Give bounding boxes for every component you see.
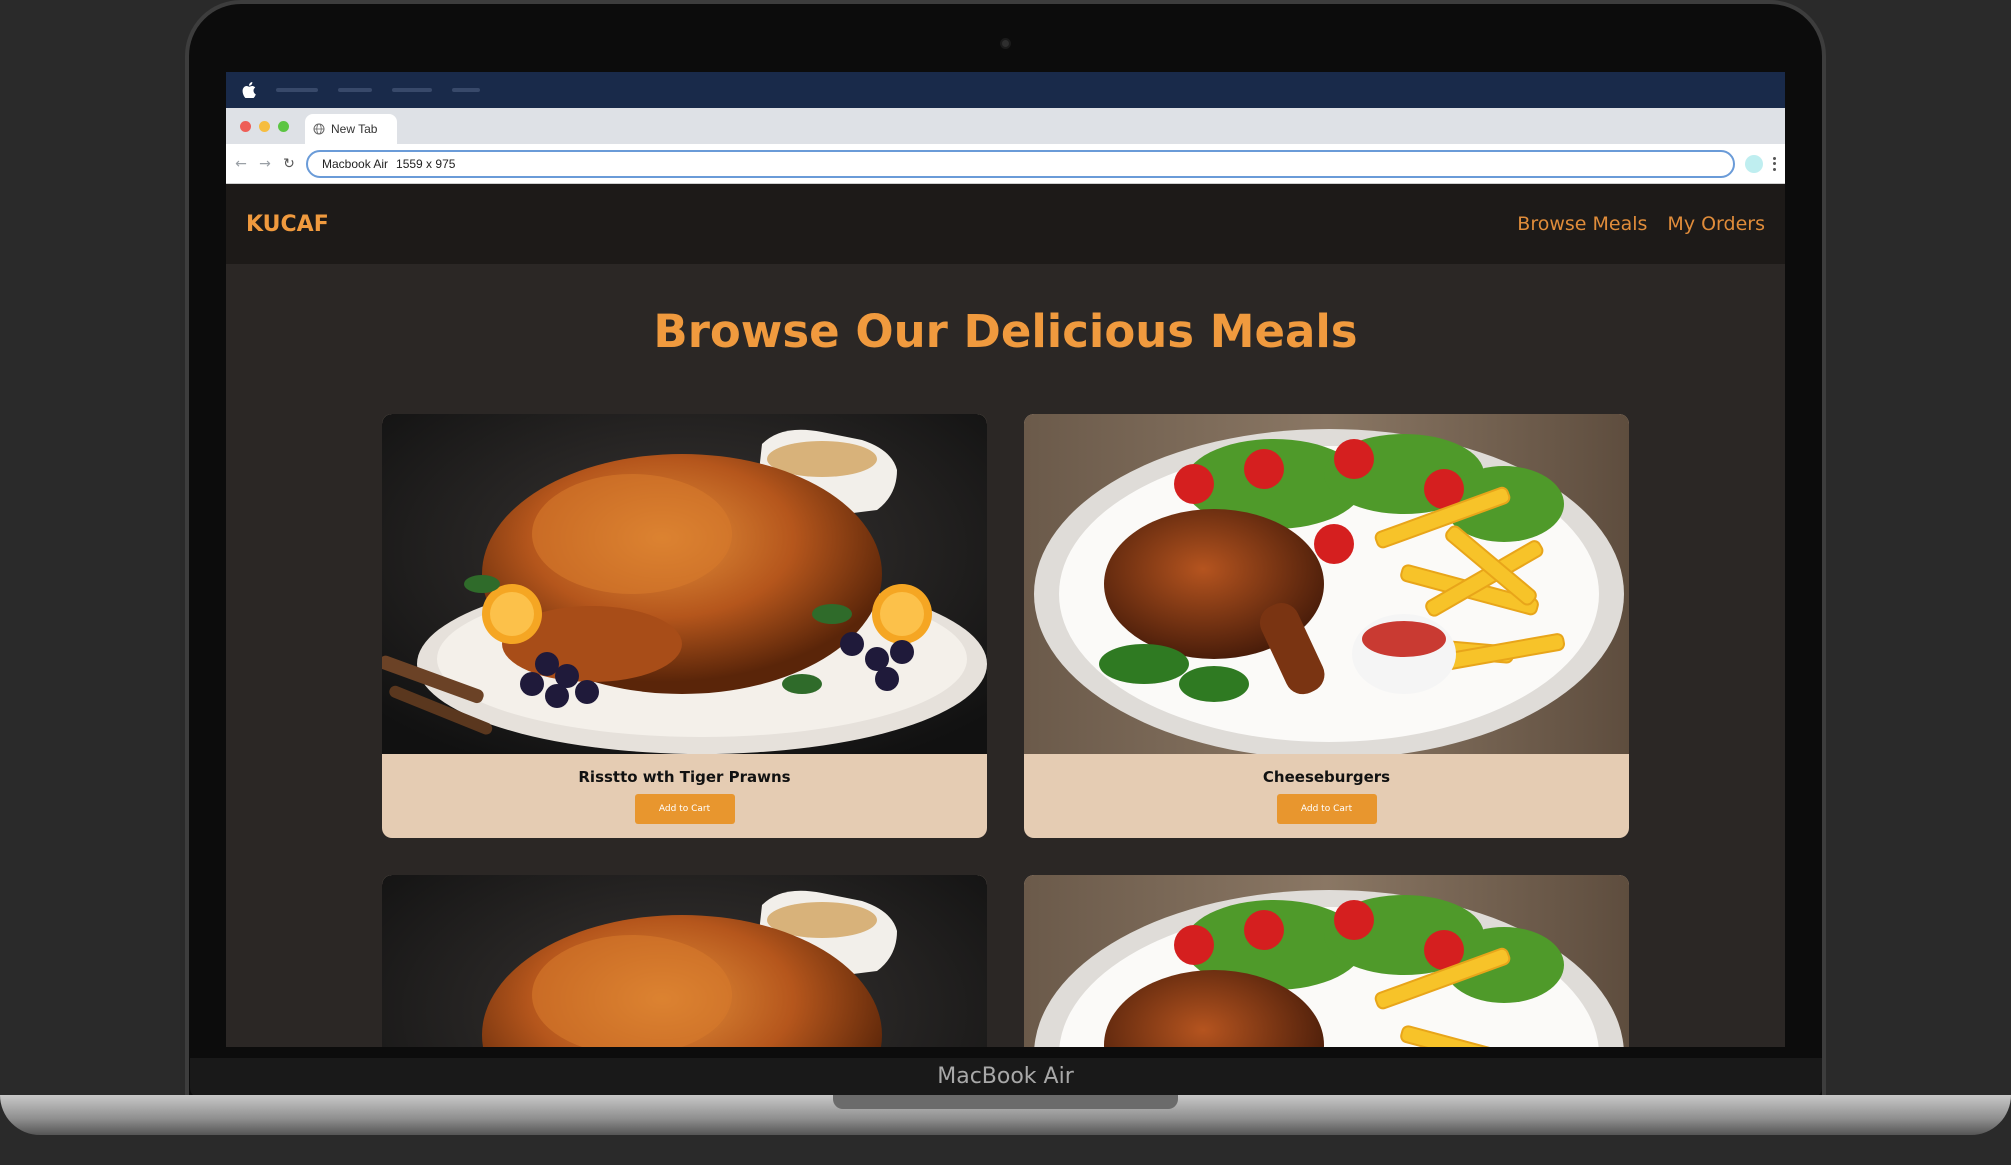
meal-image-chicken-fries-salad (1024, 875, 1629, 1047)
maximize-window-button[interactable] (278, 120, 289, 132)
screen: New Tab ← → ↻ Macbook Air 1559 x 975 KUC… (226, 72, 1785, 1047)
url-device: Macbook Air (322, 156, 389, 171)
back-arrow-icon[interactable]: ← (234, 157, 248, 171)
tab-title: New Tab (331, 122, 378, 136)
meal-grid: Risstto wth Tiger Prawns Add to Cart Che… (382, 414, 1632, 1047)
meal-card-body: Cheeseburgers Add to Cart (1024, 754, 1629, 838)
site-navbar: KUCAF Browse Meals My Orders (226, 184, 1785, 264)
device-label: MacBook Air (937, 1064, 1074, 1089)
nav-browse-meals-link[interactable]: Browse Meals (1517, 213, 1647, 235)
close-window-button[interactable] (240, 120, 251, 132)
meal-image-chicken-fries-salad (1024, 414, 1629, 754)
apple-icon[interactable] (242, 82, 256, 98)
meal-card: Risstto wth Tiger Prawns Add to Cart (382, 414, 987, 838)
window-controls (240, 120, 289, 132)
add-to-cart-button[interactable]: Add to Cart (1276, 794, 1377, 824)
menubar-item[interactable] (392, 88, 432, 92)
reload-icon[interactable]: ↻ (282, 157, 296, 171)
add-to-cart-button[interactable]: Add to Cart (634, 794, 735, 824)
meal-card-body: Risstto wth Tiger Prawns Add to Cart (382, 754, 987, 838)
menubar-item[interactable] (452, 88, 480, 92)
meal-name: Risstto wth Tiger Prawns (578, 768, 791, 786)
address-bar-input[interactable]: Macbook Air 1559 x 975 (306, 149, 1735, 178)
profile-avatar[interactable] (1745, 154, 1763, 173)
page-title: Browse Our Delicious Meals (653, 305, 1358, 358)
browser-tab[interactable]: New Tab (305, 114, 397, 144)
minimize-window-button[interactable] (259, 120, 270, 132)
browser-tabstrip: New Tab (226, 108, 1785, 144)
os-menubar (226, 72, 1785, 108)
brand-logo[interactable]: KUCAF (246, 212, 329, 237)
nav-my-orders-link[interactable]: My Orders (1667, 213, 1765, 235)
meal-card (1024, 875, 1629, 1047)
url-size: 1559 x 975 (396, 156, 456, 171)
camera-icon (1000, 38, 1011, 49)
meal-image-roast-turkey (382, 875, 987, 1047)
nav-links: Browse Meals My Orders (1517, 213, 1765, 235)
meal-card (382, 875, 987, 1047)
forward-arrow-icon[interactable]: → (258, 157, 272, 171)
menubar-item[interactable] (338, 88, 372, 92)
meal-image-roast-turkey (382, 414, 987, 754)
globe-icon (313, 123, 325, 135)
more-menu-icon[interactable] (1773, 156, 1777, 171)
laptop-notch (833, 1095, 1178, 1109)
menubar-item[interactable] (276, 88, 318, 92)
meal-name: Cheeseburgers (1262, 768, 1391, 786)
browser-toolbar: ← → ↻ Macbook Air 1559 x 975 (226, 144, 1785, 184)
meal-card: Cheeseburgers Add to Cart (1024, 414, 1629, 838)
